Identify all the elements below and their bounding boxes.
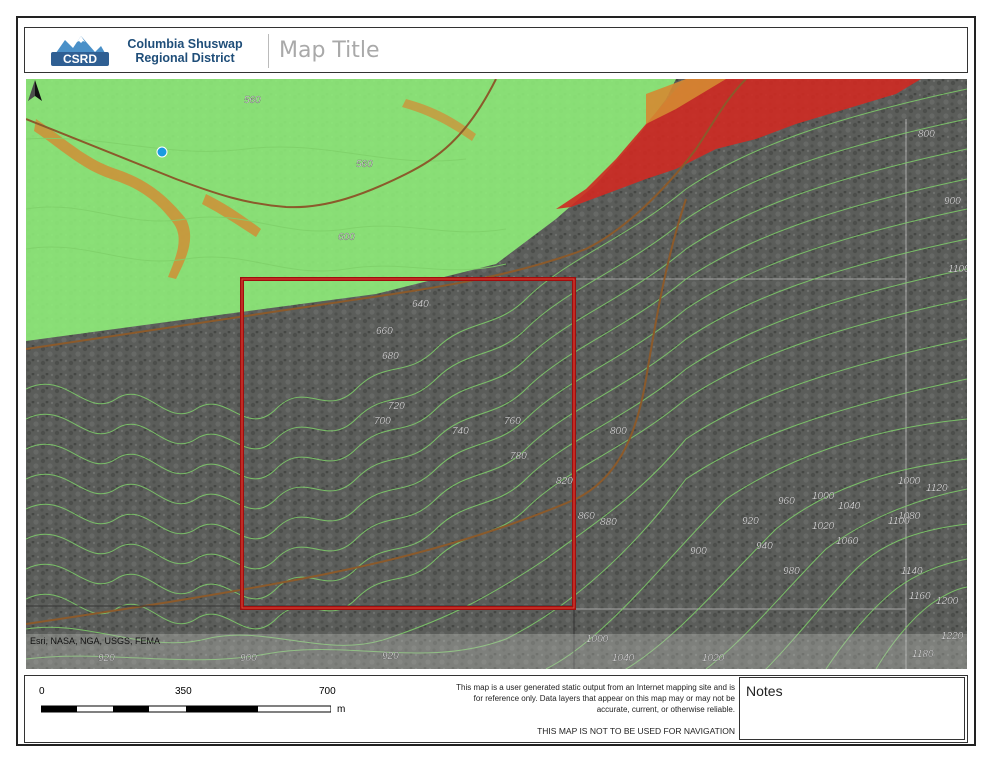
- contour-label: 680: [382, 351, 399, 362]
- scale-label-max: 700: [319, 686, 336, 697]
- disclaimer-line-1: This map is a user generated static outp…: [456, 683, 735, 692]
- map-canvas: 560 560 600 640 660 680 700 720 740 760 …: [26, 79, 967, 669]
- contour-label: 900: [240, 653, 257, 664]
- contour-label: 1100: [948, 264, 967, 275]
- contour-label: 660: [376, 326, 393, 337]
- contour-label: 1160: [909, 591, 931, 602]
- org-line-1: Columbia Shuswap: [127, 37, 243, 51]
- contour-label: 920: [98, 653, 115, 664]
- map-view[interactable]: 560 560 600 640 660 680 700 720 740 760 …: [26, 79, 967, 669]
- bottom-overlay: [26, 634, 967, 669]
- scale-label-0: 0: [39, 686, 45, 697]
- scale-bar: 0 350 700 m: [35, 682, 365, 722]
- contour-label: 900: [944, 196, 961, 207]
- navigation-warning: THIS MAP IS NOT TO BE USED FOR NAVIGATIO…: [537, 726, 735, 736]
- contour-label: 720: [388, 401, 405, 412]
- map-attribution: Esri, NASA, NGA, USGS, FEMA: [30, 636, 161, 646]
- contour-label: 820: [556, 476, 573, 487]
- north-arrow-icon: [28, 80, 42, 101]
- contour-label: 600: [338, 232, 355, 243]
- scale-label-mid: 350: [175, 686, 192, 697]
- disclaimer-line-2: for reference only. Data layers that app…: [473, 694, 735, 703]
- header-divider: [268, 34, 269, 68]
- map-header: CSRD Columbia Shuswap Regional District …: [24, 27, 968, 73]
- org-line-2: Regional District: [135, 51, 235, 65]
- contour-label: 1040: [612, 653, 635, 664]
- contour-label: 560: [244, 95, 261, 106]
- location-point-icon[interactable]: [156, 146, 168, 158]
- contour-label: 1000: [898, 476, 921, 487]
- contour-label: 1120: [926, 483, 948, 494]
- contour-label: 880: [600, 517, 617, 528]
- scale-bar-graphic: [41, 705, 331, 713]
- logo-text: CSRD: [63, 52, 97, 66]
- scale-unit: m: [337, 704, 346, 715]
- map-title: Map Title: [279, 38, 380, 63]
- contour-label: 800: [918, 129, 935, 140]
- notes-label: Notes: [746, 683, 783, 699]
- organization-name: Columbia Shuswap Regional District: [119, 37, 251, 65]
- contour-label: 960: [778, 496, 795, 507]
- contour-label: 740: [452, 426, 469, 437]
- disclaimer: This map is a user generated static outp…: [405, 682, 735, 715]
- csrd-logo: CSRD: [51, 36, 109, 66]
- contour-label: 1020: [812, 521, 835, 532]
- contour-label: 1000: [586, 634, 609, 645]
- contour-label: 760: [504, 416, 521, 427]
- contour-label: 800: [610, 426, 627, 437]
- contour-label: 900: [690, 546, 707, 557]
- contour-label: 700: [374, 416, 391, 427]
- contour-label: 1040: [838, 501, 861, 512]
- contour-label: 560: [356, 159, 373, 170]
- notes-box[interactable]: Notes: [739, 677, 965, 740]
- contour-label: 980: [783, 566, 800, 577]
- contour-label: 780: [510, 451, 527, 462]
- contour-label: 1060: [836, 536, 859, 547]
- map-footer: 0 350 700 m This map is a user generated…: [24, 675, 968, 743]
- contour-label: 1180: [912, 649, 934, 660]
- contour-label: 860: [578, 511, 595, 522]
- contour-label: 1100: [888, 516, 910, 527]
- contour-label: 1140: [901, 566, 923, 577]
- contour-label: 1000: [812, 491, 835, 502]
- disclaimer-line-3: accurate, current, or otherwise reliable…: [596, 705, 735, 714]
- contour-label: 940: [756, 541, 773, 552]
- contour-label: 640: [412, 299, 429, 310]
- contour-label: 920: [382, 651, 399, 662]
- contour-label: 1020: [702, 653, 725, 664]
- contour-label: 1200: [936, 596, 959, 607]
- contour-label: 1220: [941, 631, 964, 642]
- contour-label: 920: [742, 516, 759, 527]
